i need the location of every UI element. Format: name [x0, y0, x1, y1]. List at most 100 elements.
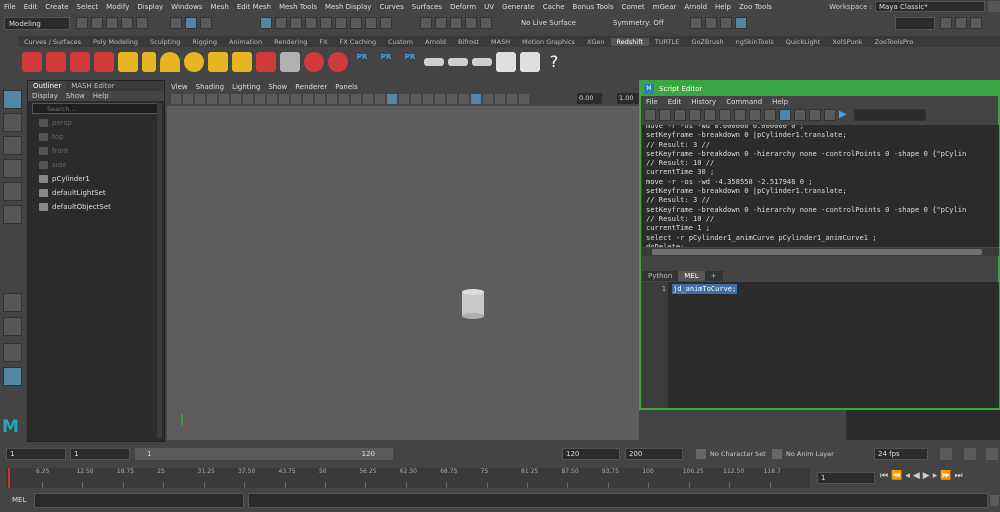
step-back-frame-icon[interactable]: ◂ [905, 471, 910, 481]
menu-file[interactable]: File [0, 3, 20, 11]
bounding-box-icon[interactable] [351, 94, 361, 104]
cylinder-object[interactable] [462, 289, 484, 319]
rs-proxy-icon[interactable] [118, 52, 138, 72]
history-hscrollbar[interactable] [642, 248, 999, 256]
shelf-tab-curves-surfaces[interactable]: Curves / Surfaces [18, 38, 87, 46]
exposure-icon[interactable] [519, 94, 529, 104]
shelf-tab-quicklight[interactable]: QuickLight [780, 38, 827, 46]
se-clear-history-icon[interactable] [704, 109, 716, 121]
modeling-toolkit-icon[interactable] [940, 17, 952, 29]
playback-prefs-icon[interactable] [964, 448, 976, 460]
depth-of-field-icon[interactable] [459, 94, 469, 104]
shelf-tab-sculpting[interactable]: Sculpting [144, 38, 186, 46]
se-clear-input-icon[interactable] [719, 109, 731, 121]
motion-blur-icon[interactable] [435, 94, 445, 104]
se-menu-command[interactable]: Command [721, 97, 767, 107]
rs-log-icon[interactable] [520, 52, 540, 72]
workspace-dropdown[interactable]: Maya Classic* [875, 1, 985, 12]
shelf-tab-custom[interactable]: Custom [382, 38, 419, 46]
menu-edit-mesh[interactable]: Edit Mesh [233, 3, 275, 11]
mask-handles-icon[interactable] [260, 17, 272, 29]
xray-icon[interactable] [483, 94, 493, 104]
shelf-tab-ngskintools[interactable]: ngSkinTools [730, 38, 780, 46]
menu-help[interactable]: Help [711, 3, 735, 11]
animation-end-field[interactable]: 200 [625, 448, 683, 460]
se-execute-all-icon[interactable] [824, 109, 836, 121]
lasso-tool-icon[interactable] [3, 113, 22, 132]
se-menu-history[interactable]: History [686, 97, 721, 107]
live-surface-label[interactable]: No Live Surface [521, 19, 576, 27]
new-scene-icon[interactable] [76, 17, 88, 29]
menu-select[interactable]: Select [73, 3, 103, 11]
step-forward-frame-icon[interactable]: ▸ [933, 471, 938, 481]
safe-title-icon[interactable] [315, 94, 325, 104]
fps-dropdown[interactable]: 24 fps [874, 448, 928, 460]
se-source-script-icon[interactable] [659, 109, 671, 121]
viewport-menu-lighting[interactable]: Lighting [228, 82, 264, 92]
input-code[interactable]: jd_animToCurve; [672, 284, 738, 294]
outliner-layout-icon[interactable] [3, 367, 22, 386]
se-menu-edit[interactable]: Edit [663, 97, 687, 107]
rs-dome-light-icon[interactable] [160, 52, 180, 72]
outliner-item-side[interactable]: side [39, 158, 164, 172]
menu-cache[interactable]: Cache [539, 3, 569, 11]
rs-pr1-icon[interactable]: PR [352, 52, 372, 72]
se-show-history-icon[interactable] [749, 109, 761, 121]
outliner-menu-display[interactable]: Display [28, 91, 62, 101]
rs-disk-icon[interactable] [448, 58, 468, 66]
se-open-script-icon[interactable] [644, 109, 656, 121]
rs-physical-light-icon[interactable] [184, 52, 204, 72]
grease-pencil-icon[interactable] [231, 94, 241, 104]
script-history[interactable]: move -r -os -wd 0.000000 0.000000 0 ; se… [642, 125, 999, 247]
rs-portal-light-icon[interactable] [232, 52, 252, 72]
menu-mesh[interactable]: Mesh [206, 3, 232, 11]
flat-shade-icon[interactable] [363, 94, 373, 104]
outliner-search-input[interactable]: Search... [32, 103, 160, 114]
render-current-frame-icon[interactable] [690, 17, 702, 29]
se-line-numbers-icon[interactable] [809, 109, 821, 121]
go-to-start-icon[interactable]: ⏮ [880, 471, 888, 481]
rs-cylinder-icon[interactable] [472, 58, 492, 66]
mask-surfaces-icon[interactable] [305, 17, 317, 29]
shelf-tab-motion-graphics[interactable]: Motion Graphics [516, 38, 581, 46]
smooth-shade-icon[interactable] [339, 94, 349, 104]
resolution-gate-icon[interactable] [267, 94, 277, 104]
animation-start-field[interactable]: 1 [6, 448, 66, 460]
rs-sphere-icon[interactable] [304, 52, 324, 72]
workspace-menu-icon[interactable] [988, 1, 1000, 12]
outliner-menu-show[interactable]: Show [62, 91, 89, 101]
attribute-editor-icon[interactable] [955, 17, 967, 29]
se-save-shelf-icon[interactable] [689, 109, 701, 121]
rs-environment-icon[interactable] [280, 52, 300, 72]
input-line-field[interactable] [895, 17, 935, 30]
menu-deform[interactable]: Deform [446, 3, 480, 11]
shelf-tab-bifrost[interactable]: Bifrost [452, 38, 485, 46]
menu-uv[interactable]: UV [480, 3, 498, 11]
shelf-tab-arnold[interactable]: Arnold [419, 38, 452, 46]
rs-ipr-icon[interactable] [46, 52, 66, 72]
viewport-menu-shading[interactable]: Shading [192, 82, 228, 92]
shelf-tab-fx[interactable]: FX [313, 38, 333, 46]
tab-outliner[interactable]: Outliner [28, 81, 67, 91]
menu-arnold[interactable]: Arnold [680, 3, 711, 11]
select-tool-icon[interactable] [3, 90, 22, 109]
default-material-icon[interactable] [375, 94, 385, 104]
rs-pr2-icon[interactable]: PR [376, 52, 396, 72]
select-object-icon[interactable] [185, 17, 197, 29]
se-clear-all-icon[interactable] [734, 109, 746, 121]
rs-help-icon[interactable]: ? [544, 52, 564, 72]
playback-end-field[interactable]: 120 [562, 448, 620, 460]
range-bar[interactable]: 1 120 [135, 448, 393, 460]
viewport-value-a[interactable]: 0.00 [577, 93, 602, 104]
tab-python[interactable]: Python [642, 271, 679, 281]
outliner-item-defaultlightset[interactable]: defaultLightSet [39, 186, 164, 200]
menu-display[interactable]: Display [133, 3, 167, 11]
select-hierarchy-icon[interactable] [170, 17, 182, 29]
se-execute-icon[interactable]: ▶ [839, 109, 851, 121]
outliner-menu-help[interactable]: Help [89, 91, 113, 101]
symmetry-label[interactable]: Symmetry: Off [613, 19, 664, 27]
grid-icon[interactable] [243, 94, 253, 104]
viewport-menu-show[interactable]: Show [264, 82, 291, 92]
menu-mesh-display[interactable]: Mesh Display [321, 3, 375, 11]
rs-ball-icon[interactable] [328, 52, 348, 72]
